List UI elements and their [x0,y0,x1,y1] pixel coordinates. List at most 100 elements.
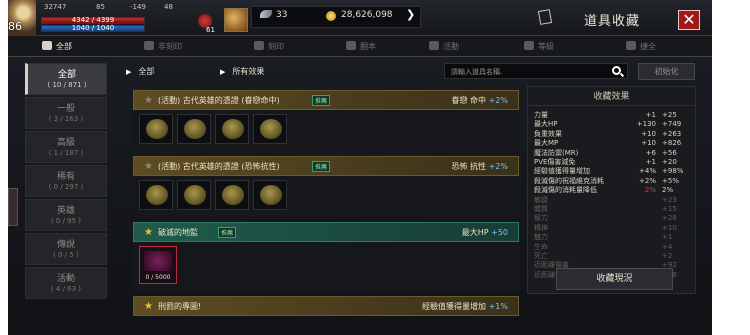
chevron-right-icon[interactable]: ❯ [406,8,415,21]
tab-all[interactable]: 全部 [42,36,72,57]
effect-name: 敏捷 [534,195,548,204]
gold-icon [326,11,336,21]
effect-name: 最大HP [534,120,558,129]
tab-label: 等級 [538,42,554,51]
tab-icon [524,41,534,50]
category-advanced[interactable]: 高級( 1 / 187 ) [25,131,107,163]
item-slot[interactable] [177,180,211,210]
item-slot[interactable] [177,114,211,144]
side-thumbnail[interactable] [8,188,18,226]
effect-row: 殺滅傷的祝福維克消耗 +2% +5% [534,177,688,186]
category-legend[interactable]: 傳說( 0 / 5 ) [25,233,107,265]
bonus-label: 經驗值獲得量增加 [422,302,487,311]
category-count: ( 0 / 95 ) [50,217,82,225]
category-name: 全部 [57,70,76,80]
collection-name: (活動) 古代英雄的憑證 (恐怖抗性) [158,162,280,171]
effect-total: +98% [662,167,684,176]
collection-bonus: 恐怖 抗性 +2% [452,161,509,172]
item-slot[interactable] [253,180,287,210]
effect-added: +6 [645,148,656,157]
category-list: 全部( 10 / 871 ) 一般( 3 / 163 ) 高級( 1 / 187… [25,63,107,301]
recommend-badge: 推薦 [218,227,237,238]
collection-bonus: 最大HP +50 [462,227,508,238]
effect-total: 2% [662,186,674,195]
category-count: ( 3 / 163 ) [48,115,84,123]
effect-name: 智力 [534,214,548,223]
effect-added: +4% [639,167,656,176]
tab-shortcut[interactable]: 捷全 [626,36,656,57]
tab-engraved[interactable]: 刻印 [254,36,284,57]
star-icon[interactable]: ★ [144,301,153,312]
collection-header[interactable]: ★ (活動) 古代英雄的憑證 (眷戀命中) 推薦 眷戀 命中 +2% [133,90,519,110]
bonus-value: +1% [488,302,508,311]
effect-row: 體質 +15 [534,205,688,214]
effect-name: 生命 [534,242,548,251]
search-input[interactable]: 請輸入道具名稱. [444,63,628,79]
coin-icon [222,119,244,139]
category-event[interactable]: 活動( 4 / 63 ) [25,267,107,299]
effect-name: 體質 [534,205,548,213]
category-count: ( 0 / 5 ) [53,251,79,259]
effects-title: 收藏效果 [528,89,695,106]
tab-dungeon[interactable]: 翻本 [346,36,376,57]
item-slot[interactable] [139,180,173,210]
reset-button[interactable]: 初始化 [638,63,695,80]
star-icon[interactable]: ★ [144,161,153,172]
effect-name: 魔法防禦(MR) [534,148,579,157]
collection-status-button[interactable]: 收藏現況 [556,268,673,290]
skill-slot-icon[interactable] [224,8,248,32]
effect-name: 殺滅傷的祝福維克消耗 [534,176,604,185]
effect-row: 精神 +10 [534,224,688,233]
category-name: 一般 [56,104,75,114]
tab-level[interactable]: 等級 [524,36,554,57]
effect-row: 生命 +4 [534,243,688,252]
effect-total: +15 [662,205,677,213]
tab-non-engraved[interactable]: 非刻印 [144,36,182,57]
tab-event[interactable]: 活動 [429,36,459,57]
effect-name: 殺滅傷的消耗量降低 [534,186,597,195]
search-icon[interactable] [612,66,621,75]
effect-row: 敏捷 +23 [534,196,688,205]
bonus-value: +2% [488,96,508,105]
collection-name: (活動) 古代英雄的憑證 (眷戀命中) [158,96,280,105]
category-all[interactable]: 全部( 10 / 871 ) [25,63,107,95]
collection-bonus: 經驗值獲得量增加 +1% [422,301,508,312]
category-normal[interactable]: 一般( 3 / 163 ) [25,97,107,129]
effect-total: +826 [662,139,682,148]
coin-icon [222,185,244,205]
effect-total: +5% [662,176,679,185]
tab-label: 活動 [443,42,459,51]
close-button[interactable]: ✕ [678,10,700,30]
effect-row: 死亡 +2 [534,252,688,261]
item-slot[interactable] [253,114,287,144]
collection-header[interactable]: ★ 破滅的地監 推薦 最大HP +50 [133,222,519,242]
star-icon[interactable]: ★ [144,95,153,106]
item-progress: 0 / 5000 [145,274,171,281]
collection-header[interactable]: ★ (活動) 古代英雄的憑證 (恐怖抗性) 推薦 恐怖 抗性 +2% [133,156,519,176]
scope-filter[interactable]: ▶ 全部 [126,66,154,77]
effect-filter[interactable]: ▶ 所有效果 [220,66,264,77]
hp-bar: 4342 / 4399 [41,16,145,24]
tab-icon [42,41,52,50]
item-slot[interactable] [215,180,249,210]
star-icon[interactable]: ★ [144,227,153,238]
recommend-badge: 推薦 [312,161,331,172]
coin-icon [184,185,206,205]
screen: 86 32747 85 -149 48 4342 / 4399 1040 / 1… [0,0,750,335]
mp-text: 1040 / 1040 [71,24,115,32]
collection-name: 破滅的地監 [158,228,198,237]
item-slots: 0 / 5000 [133,242,519,290]
category-rare[interactable]: 稀有( 0 / 297 ) [25,165,107,197]
coin-icon [260,119,282,139]
item-slot[interactable]: 0 / 5000 [139,246,177,284]
effect-total: +25 [662,111,677,119]
category-hero[interactable]: 英雄( 0 / 95 ) [25,199,107,231]
effect-total: +56 [662,148,677,157]
collection-header[interactable]: ★ 刑罰的專圖! 經驗值獲得量增加 +1% [133,296,519,316]
recommend-badge: 推薦 [312,95,331,106]
item-slot[interactable] [139,114,173,144]
category-name: 英雄 [56,206,75,216]
effect-row: 最大HP +130 +749 [534,120,688,129]
item-slot[interactable] [215,114,249,144]
category-name: 傳說 [56,240,75,250]
